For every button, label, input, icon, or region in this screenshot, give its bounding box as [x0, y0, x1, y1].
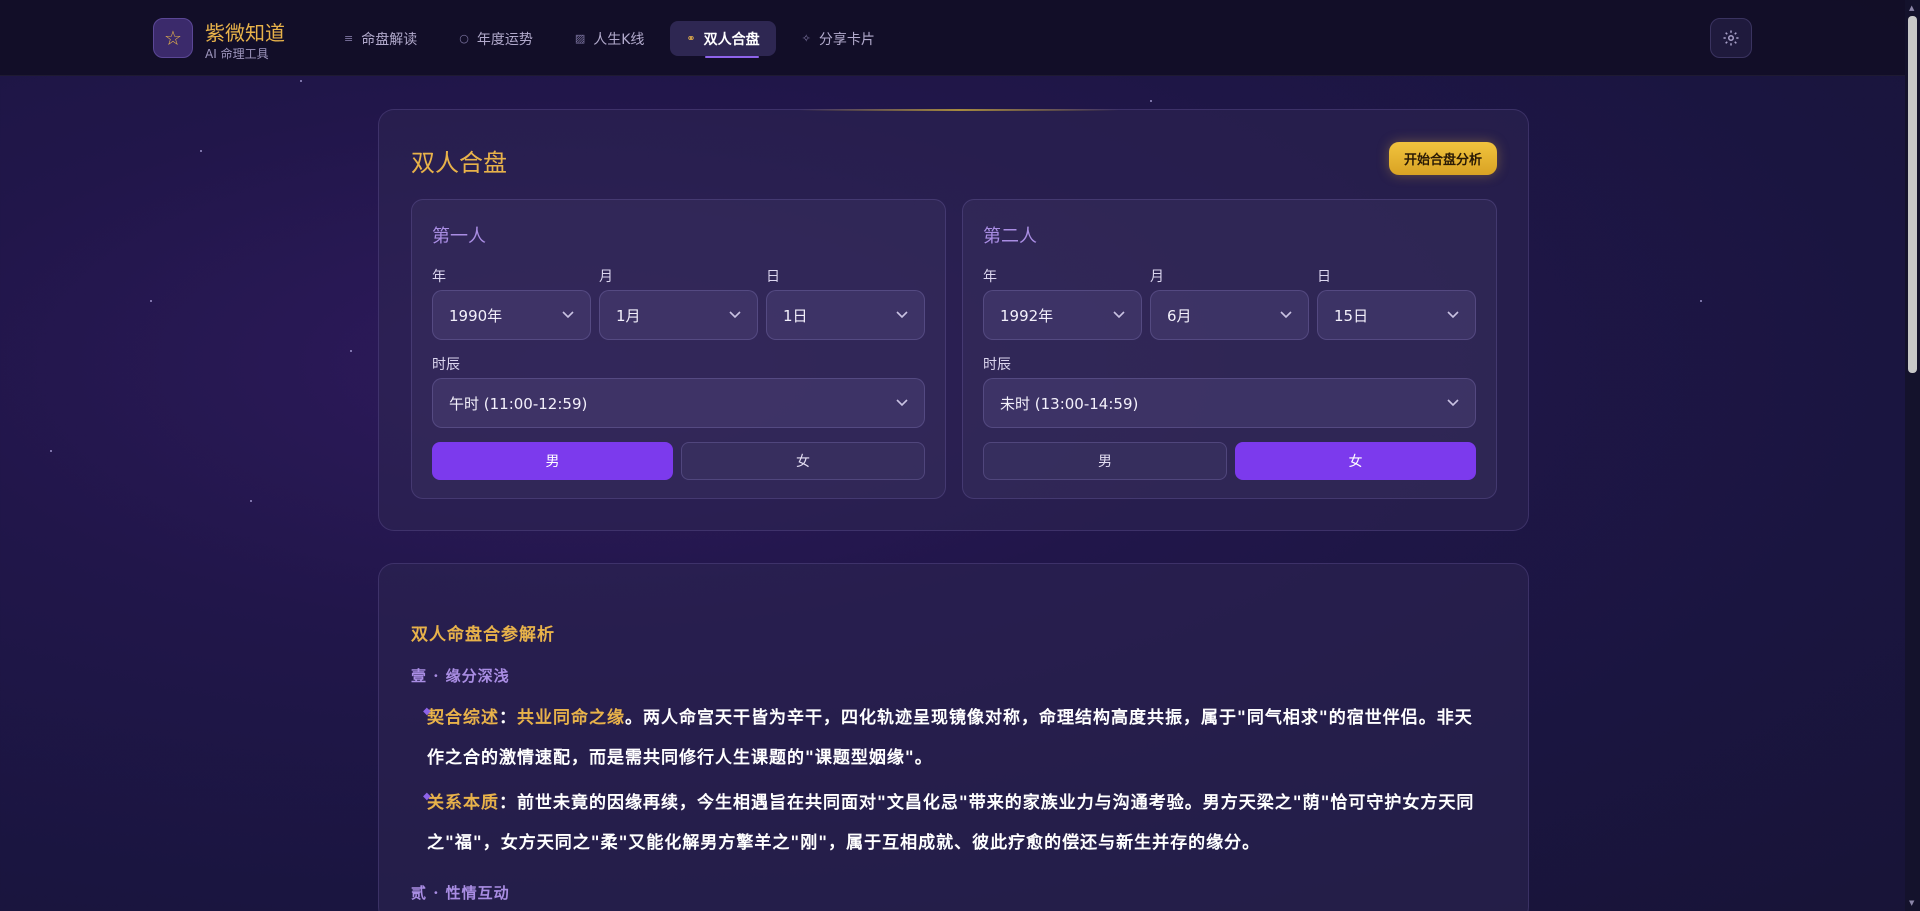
chart-icon: ▨ — [574, 32, 586, 45]
logo[interactable]: ☆ — [153, 18, 193, 58]
person1-female-button[interactable]: 女 — [681, 442, 925, 480]
start-analysis-button[interactable]: 开始合盘分析 — [1389, 142, 1497, 175]
chevron-down-icon — [1280, 311, 1292, 319]
chevron-down-icon — [896, 311, 908, 319]
nav-tab-chart-reading[interactable]: ≡ 命盘解读 — [328, 21, 433, 56]
person1-month-select[interactable]: 1月 — [599, 290, 758, 340]
select-value: 1日 — [783, 306, 808, 325]
select-value: 未时 (13:00-14:59) — [1000, 394, 1139, 413]
select-value: 15日 — [1334, 306, 1369, 325]
background-star — [150, 300, 152, 302]
scrollbar-thumb[interactable] — [1908, 16, 1917, 373]
top-navigation-bar: ☆ 紫微知道 AI 命理工具 ≡ 命盘解读 ○ 年度运势 ▨ 人生K线 ⚭ 双人… — [0, 0, 1905, 76]
section-title: 贰 · 性情互动 — [411, 884, 510, 902]
person1-panel: 第一人 年 月 日 1990年 1月 1日 时辰 午时 (11:00-12:59… — [411, 199, 946, 499]
year-label: 年 — [983, 269, 997, 285]
section-title: 壹 · 缘分深浅 — [411, 667, 510, 685]
person2-panel: 第二人 年 月 日 1992年 6月 15日 时辰 未时 (13:00-14:5… — [962, 199, 1497, 499]
chevron-down-icon — [729, 311, 741, 319]
year-label: 年 — [432, 269, 446, 285]
hour-label: 时辰 — [983, 357, 1011, 373]
select-value: 1990年 — [449, 306, 503, 325]
person1-day-select[interactable]: 1日 — [766, 290, 925, 340]
nav-tab-label: 分享卡片 — [818, 31, 875, 48]
person1-title: 第一人 — [432, 226, 486, 247]
gear-icon — [1723, 30, 1739, 46]
main-nav: ≡ 命盘解读 ○ 年度运势 ▨ 人生K线 ⚭ 双人合盘 ✧ 分享卡片 — [328, 21, 891, 58]
bullet-highlight: 共业同命之缘 — [517, 708, 625, 728]
bullet-label: 关系本质 — [427, 793, 499, 813]
person2-female-button[interactable]: 女 — [1235, 442, 1476, 480]
person1-year-select[interactable]: 1990年 — [432, 290, 591, 340]
star-icon: ☆ — [164, 26, 182, 50]
background-star — [300, 80, 302, 82]
chevron-down-icon — [896, 399, 908, 407]
month-label: 月 — [599, 269, 613, 285]
rings-icon: ⚭ — [686, 32, 696, 45]
person1-male-button[interactable]: 男 — [432, 442, 673, 480]
bullet-separator: ： — [499, 708, 517, 728]
select-value: 午时 (11:00-12:59) — [449, 394, 588, 413]
background-star — [350, 350, 352, 352]
analysis-title: 双人命盘合参解析 — [411, 625, 555, 645]
background-star — [250, 500, 252, 502]
nav-tab-share-card[interactable]: ✧ 分享卡片 — [786, 21, 891, 56]
diamond-bullet-icon: ◆ — [423, 791, 432, 802]
analysis-bullet: ◆ 契合综述：共业同命之缘。两人命宫天干皆为辛干，四化轨迹呈现镜像对称，命理结构… — [423, 698, 1487, 778]
list-icon: ≡ — [344, 32, 354, 45]
select-value: 1月 — [616, 306, 641, 325]
select-value: 6月 — [1167, 306, 1192, 325]
person2-hour-select[interactable]: 未时 (13:00-14:59) — [983, 378, 1476, 428]
person1-hour-select[interactable]: 午时 (11:00-12:59) — [432, 378, 925, 428]
nav-tab-label: 命盘解读 — [361, 31, 418, 48]
nav-tab-label: 年度运势 — [476, 31, 533, 48]
hour-label: 时辰 — [432, 357, 460, 373]
background-star — [50, 450, 52, 452]
brand-subtitle: AI 命理工具 — [205, 47, 269, 61]
analysis-bullet: ◆ 关系本质：前世未竟的因缘再续，今生相遇旨在共同面对"文昌化忌"带来的家族业力… — [423, 783, 1487, 863]
person2-male-button[interactable]: 男 — [983, 442, 1227, 480]
nav-tab-label: 人生K线 — [593, 31, 645, 48]
person2-day-select[interactable]: 15日 — [1317, 290, 1476, 340]
chevron-down-icon — [562, 311, 574, 319]
chevron-down-icon — [1447, 399, 1459, 407]
day-label: 日 — [1317, 269, 1331, 285]
nav-tab-life-kline[interactable]: ▨ 人生K线 — [559, 21, 661, 56]
bullet-text: 前世未竟的因缘再续，今生相遇旨在共同面对"文昌化忌"带来的家族业力与沟通考验。男… — [427, 793, 1475, 853]
settings-button[interactable] — [1710, 18, 1752, 58]
scroll-up-arrow-icon[interactable]: ▲ — [1909, 4, 1914, 12]
person2-title: 第二人 — [983, 226, 1037, 247]
bullet-separator: ： — [499, 793, 517, 813]
compatibility-form-card: 双人合盘 开始合盘分析 第一人 年 月 日 1990年 1月 1日 时辰 午时 … — [378, 109, 1529, 531]
nav-tab-label: 双人合盘 — [703, 31, 760, 48]
chevron-down-icon — [1447, 311, 1459, 319]
nav-tab-compatibility[interactable]: ⚭ 双人合盘 — [670, 21, 776, 58]
circle-icon: ○ — [459, 32, 469, 45]
select-value: 1992年 — [1000, 306, 1054, 325]
person2-year-select[interactable]: 1992年 — [983, 290, 1142, 340]
background-star — [1150, 100, 1152, 102]
sparkle-icon: ✧ — [801, 32, 811, 45]
form-title: 双人合盘 — [411, 149, 507, 177]
nav-tab-annual-fortune[interactable]: ○ 年度运势 — [443, 21, 549, 56]
diamond-bullet-icon: ◆ — [423, 706, 432, 717]
person2-month-select[interactable]: 6月 — [1150, 290, 1309, 340]
day-label: 日 — [766, 269, 780, 285]
brand-title: 紫微知道 — [205, 21, 285, 45]
bullet-label: 契合综述 — [427, 708, 499, 728]
month-label: 月 — [1150, 269, 1164, 285]
background-star — [200, 150, 202, 152]
chevron-down-icon — [1113, 311, 1125, 319]
scroll-down-arrow-icon[interactable]: ▼ — [1909, 899, 1914, 907]
background-star — [1700, 300, 1702, 302]
analysis-result-card: 双人命盘合参解析 壹 · 缘分深浅 ◆ 契合综述：共业同命之缘。两人命宫天干皆为… — [378, 563, 1529, 911]
